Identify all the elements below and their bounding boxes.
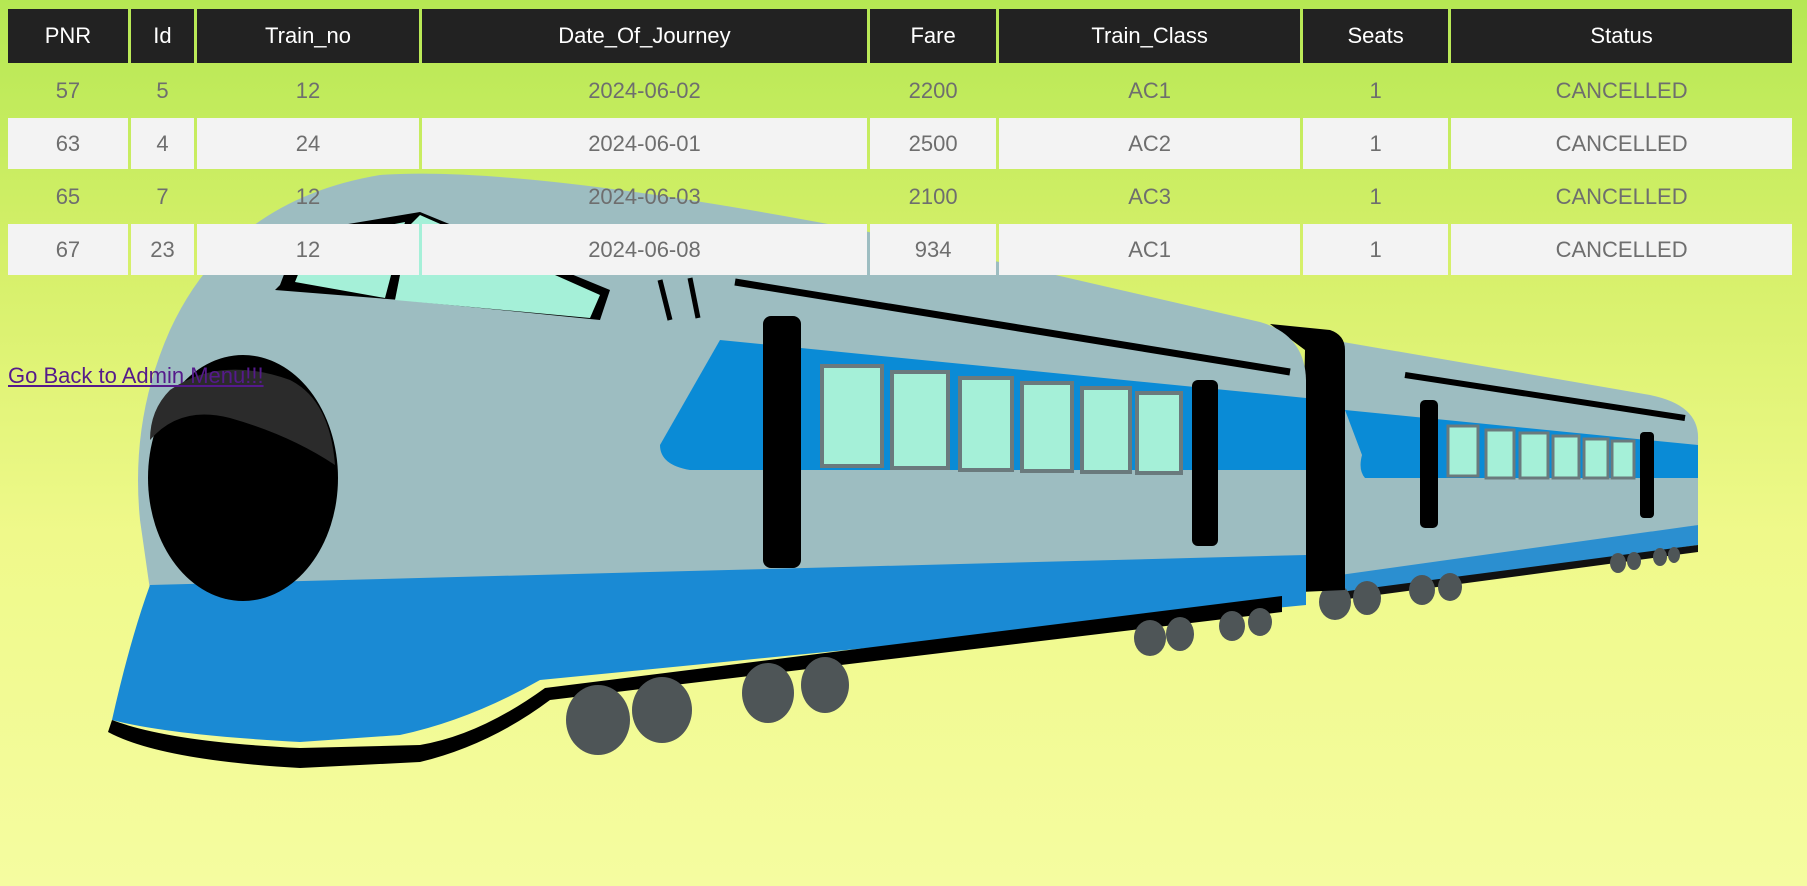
table-row: 67 23 12 2024-06-08 934 AC1 1 CANCELLED bbox=[8, 224, 1792, 275]
cell-train-no: 24 bbox=[197, 118, 419, 169]
cell-pnr: 57 bbox=[55, 77, 81, 103]
cell-date-of-journey: 2024-06-03 bbox=[588, 183, 701, 209]
column-header-date-of-journey: Date_Of_Journey bbox=[421, 9, 867, 63]
cell-train-no: 12 bbox=[295, 77, 321, 103]
column-header-seats: Seats bbox=[1303, 9, 1449, 63]
cell-seats: 1 bbox=[1369, 183, 1382, 209]
cell-id: 7 bbox=[156, 183, 169, 209]
cancelled-bookings-table: PNR Id Train_no Date_Of_Journey Fare Tra… bbox=[5, 7, 1795, 277]
cell-status: CANCELLED bbox=[1451, 224, 1792, 275]
column-header-train-no: Train_no bbox=[197, 9, 419, 63]
table-row: 57 5 12 2024-06-02 2200 AC1 1 CANCELLED bbox=[8, 65, 1792, 116]
back-to-admin-menu-link[interactable]: Go Back to Admin Menu!!! bbox=[8, 363, 264, 389]
cell-train-class: AC3 bbox=[1128, 183, 1172, 209]
cell-id: 5 bbox=[156, 77, 169, 103]
cell-train-class: AC1 bbox=[1128, 77, 1172, 103]
cell-seats: 1 bbox=[1303, 224, 1449, 275]
cell-pnr: 63 bbox=[8, 118, 128, 169]
cell-fare: 2500 bbox=[869, 118, 997, 169]
cell-fare: 2200 bbox=[908, 77, 958, 103]
cell-train-class: AC1 bbox=[999, 224, 1301, 275]
table-row: 65 7 12 2024-06-03 2100 AC3 1 CANCELLED bbox=[8, 171, 1792, 222]
cell-status: CANCELLED bbox=[1555, 77, 1688, 103]
table-header-row: PNR Id Train_no Date_Of_Journey Fare Tra… bbox=[8, 9, 1792, 63]
table-row: 63 4 24 2024-06-01 2500 AC2 1 CANCELLED bbox=[8, 118, 1792, 169]
column-header-fare: Fare bbox=[869, 9, 997, 63]
column-header-status: Status bbox=[1451, 9, 1792, 63]
column-header-train-class: Train_Class bbox=[999, 9, 1301, 63]
cell-id: 23 bbox=[130, 224, 195, 275]
cell-id: 4 bbox=[130, 118, 195, 169]
cell-pnr: 65 bbox=[55, 183, 81, 209]
cell-fare: 934 bbox=[869, 224, 997, 275]
cell-train-no: 12 bbox=[295, 183, 321, 209]
cell-status: CANCELLED bbox=[1451, 118, 1792, 169]
column-header-id: Id bbox=[130, 9, 195, 63]
column-header-pnr: PNR bbox=[8, 9, 128, 63]
cell-train-class: AC2 bbox=[999, 118, 1301, 169]
cell-date-of-journey: 2024-06-08 bbox=[421, 224, 867, 275]
cell-date-of-journey: 2024-06-01 bbox=[421, 118, 867, 169]
cell-status: CANCELLED bbox=[1555, 183, 1688, 209]
cell-fare: 2100 bbox=[908, 183, 958, 209]
cell-seats: 1 bbox=[1369, 77, 1382, 103]
cell-date-of-journey: 2024-06-02 bbox=[588, 77, 701, 103]
cell-seats: 1 bbox=[1303, 118, 1449, 169]
rear-car bbox=[1319, 338, 1699, 620]
cell-train-no: 12 bbox=[197, 224, 419, 275]
cell-pnr: 67 bbox=[8, 224, 128, 275]
